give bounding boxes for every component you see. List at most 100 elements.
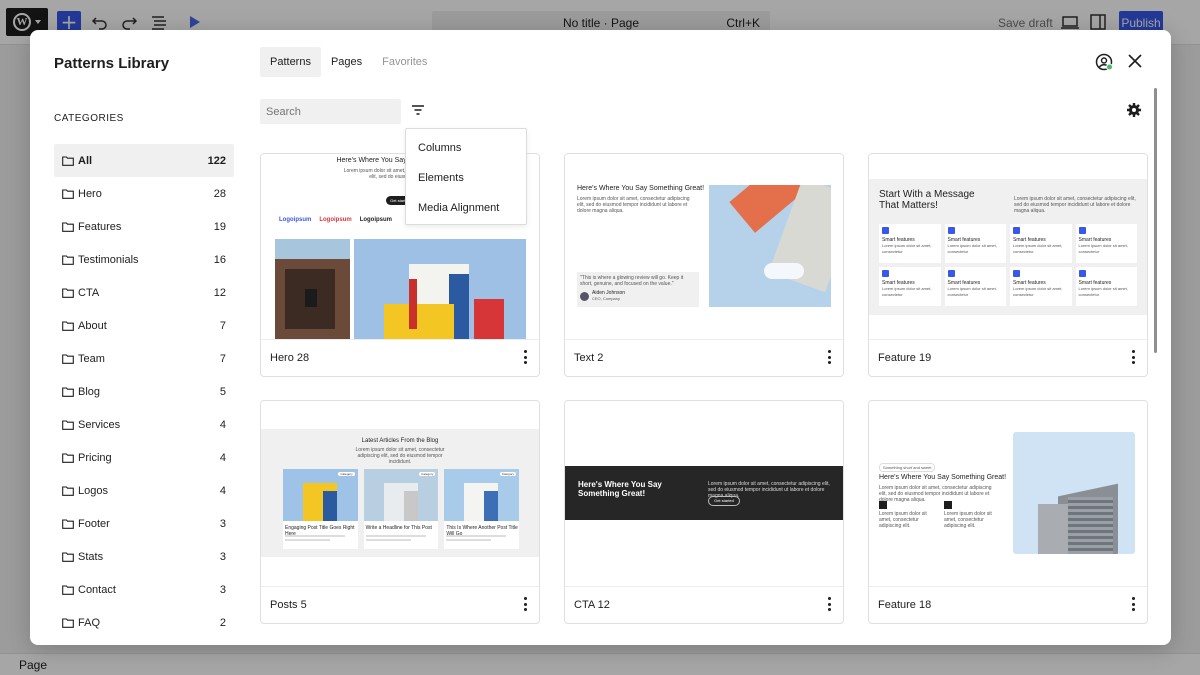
more-options-icon[interactable] bbox=[523, 597, 527, 611]
pattern-card-label: Feature 19 bbox=[878, 352, 932, 364]
sidebar-item-footer[interactable]: Footer 3 bbox=[54, 507, 234, 540]
preview-feature-text: Lorem ipsum dolor sit amet, consectetur bbox=[882, 286, 932, 297]
modal-title: Patterns Library bbox=[54, 55, 170, 72]
sidebar-item-pricing[interactable]: Pricing 4 bbox=[54, 441, 234, 474]
sidebar-item-logos[interactable]: Logos 4 bbox=[54, 474, 234, 507]
sidebar-item-services[interactable]: Services 4 bbox=[54, 408, 234, 441]
preview-feature-icon bbox=[1078, 227, 1086, 234]
preview-post-card: Category Engaging Post Title Goes Right H… bbox=[283, 469, 358, 549]
preview-feature-text: Lorem ipsum dolor sit amet, consectetur bbox=[1013, 243, 1063, 254]
filter-option-elements[interactable]: Elements bbox=[406, 163, 526, 193]
filter-option-columns[interactable]: Columns bbox=[406, 133, 526, 163]
preview-body: Lorem ipsum dolor sit amet, consectetur … bbox=[355, 447, 445, 465]
folder-icon bbox=[62, 287, 74, 298]
preview-post-badge: Category bbox=[499, 472, 517, 476]
gear-icon[interactable] bbox=[1126, 102, 1142, 118]
category-count: 5 bbox=[219, 385, 226, 398]
category-count: 3 bbox=[219, 583, 226, 596]
folder-icon bbox=[62, 320, 74, 331]
more-options-icon[interactable] bbox=[1131, 597, 1135, 611]
category-count: 7 bbox=[219, 352, 226, 365]
preview-title: Latest Articles From the Blog bbox=[361, 438, 439, 444]
preview-title: Here's Where You Say Something Great! bbox=[879, 474, 1007, 481]
folder-icon bbox=[62, 188, 74, 199]
preview-title: Start With a Message That Matters! bbox=[879, 189, 975, 211]
filter-dropdown-menu: Columns Elements Media Alignment bbox=[405, 128, 527, 225]
category-count: 3 bbox=[219, 517, 226, 530]
tab-patterns[interactable]: Patterns bbox=[260, 47, 321, 77]
preview-feature-grid: Smart features Lorem ipsum dolor sit amet… bbox=[879, 224, 1137, 306]
preview-title: Here's Where You Say Something Great! bbox=[578, 480, 662, 498]
close-icon[interactable] bbox=[1127, 53, 1143, 69]
sidebar-item-testimonials[interactable]: Testimonials 16 bbox=[54, 243, 234, 276]
preview-feature-icon bbox=[947, 270, 955, 277]
search-input[interactable] bbox=[266, 105, 408, 118]
sidebar-item-cta[interactable]: CTA 12 bbox=[54, 276, 234, 309]
preview-feature-tile: Smart features Lorem ipsum dolor sit amet… bbox=[1010, 224, 1072, 263]
pattern-card[interactable]: Here's Where You Say Something Great! Lo… bbox=[564, 400, 844, 624]
preview-image bbox=[709, 185, 831, 307]
preview-feature-icon bbox=[947, 227, 955, 234]
category-count: 4 bbox=[219, 451, 226, 464]
pattern-card[interactable]: Latest Articles From the Blog Lorem ipsu… bbox=[260, 400, 540, 624]
preview-feature-tile: Smart features Lorem ipsum dolor sit amet… bbox=[1075, 267, 1137, 306]
folder-icon bbox=[62, 419, 74, 430]
category-label: Features bbox=[78, 220, 122, 233]
preview-feature-tile: Smart features Lorem ipsum dolor sit amet… bbox=[944, 267, 1006, 306]
preview-post-list: Category Engaging Post Title Goes Right H… bbox=[283, 469, 520, 549]
account-icon[interactable] bbox=[1095, 53, 1113, 71]
more-options-icon[interactable] bbox=[1131, 350, 1135, 364]
sidebar-item-stats[interactable]: Stats 3 bbox=[54, 540, 234, 573]
avatar bbox=[580, 291, 589, 301]
pattern-card[interactable]: Start With a Message That Matters! Lorem… bbox=[868, 153, 1148, 377]
category-label: Footer bbox=[78, 517, 110, 530]
more-options-icon[interactable] bbox=[827, 597, 831, 611]
pattern-preview-text[interactable]: Here's Where You Say Something Great! Lo… bbox=[565, 154, 843, 340]
sidebar-item-all[interactable]: All 122 bbox=[54, 144, 234, 177]
preview-feature-text: Lorem ipsum dolor sit amet, consectetur bbox=[1078, 243, 1128, 254]
folder-icon bbox=[62, 155, 74, 166]
category-count: 2 bbox=[219, 616, 226, 629]
filter-option-media-alignment[interactable]: Media Alignment bbox=[406, 193, 526, 223]
pattern-preview-posts[interactable]: Latest Articles From the Blog Lorem ipsu… bbox=[261, 401, 539, 587]
sidebar-item-blog[interactable]: Blog 5 bbox=[54, 375, 234, 408]
pattern-preview-feature19[interactable]: Start With a Message That Matters! Lorem… bbox=[869, 154, 1147, 340]
more-options-icon[interactable] bbox=[523, 350, 527, 364]
preview-feature-tile: Smart features Lorem ipsum dolor sit amet… bbox=[879, 224, 941, 263]
category-label: Services bbox=[78, 418, 121, 431]
filter-icon[interactable] bbox=[410, 102, 426, 118]
patterns-library-modal: Patterns Library Patterns Pages Favorite… bbox=[30, 30, 1171, 645]
pattern-card-label: Posts 5 bbox=[270, 599, 307, 611]
tab-pages[interactable]: Pages bbox=[321, 47, 372, 77]
pattern-card[interactable]: Something short and sweet Here's Where Y… bbox=[868, 400, 1148, 624]
more-options-icon[interactable] bbox=[827, 350, 831, 364]
tab-favorites[interactable]: Favorites bbox=[372, 47, 437, 77]
pattern-card-label: Hero 28 bbox=[270, 352, 310, 364]
folder-icon bbox=[62, 617, 74, 628]
preview-post-card: Category This Is Where Another Post Title… bbox=[444, 469, 520, 549]
category-label: Team bbox=[78, 352, 105, 365]
sidebar-item-features[interactable]: Features 19 bbox=[54, 210, 234, 243]
preview-image bbox=[444, 469, 520, 521]
category-label: FAQ bbox=[78, 616, 101, 629]
category-label: Pricing bbox=[78, 451, 112, 464]
preview-feature-text: Lorem ipsum dolor sit amet, consectetur … bbox=[879, 511, 927, 529]
pattern-card-label: CTA 12 bbox=[574, 599, 610, 611]
sidebar-item-hero[interactable]: Hero 28 bbox=[54, 177, 234, 210]
sidebar-item-about[interactable]: About 7 bbox=[54, 309, 234, 342]
preview-cta-band: Here's Where You Say Something Great! Lo… bbox=[565, 466, 843, 520]
pattern-preview-cta[interactable]: Here's Where You Say Something Great! Lo… bbox=[565, 401, 843, 587]
scrollbar[interactable] bbox=[1154, 88, 1157, 353]
preview-feature-tile: Smart features Lorem ipsum dolor sit amet… bbox=[944, 224, 1006, 263]
preview-image bbox=[275, 239, 350, 339]
folder-icon bbox=[62, 518, 74, 529]
category-list: All 122 Hero 28 Features 19 Testimonials 16 CTA 1… bbox=[54, 144, 234, 639]
folder-icon bbox=[62, 221, 74, 232]
preview-feature-text: Lorem ipsum dolor sit amet, consectetur bbox=[1078, 286, 1128, 297]
sidebar-item-contact[interactable]: Contact 3 bbox=[54, 573, 234, 606]
preview-feature-tile: Smart features Lorem ipsum dolor sit amet… bbox=[879, 267, 941, 306]
pattern-card[interactable]: Here's Where You Say Something Great! Lo… bbox=[564, 153, 844, 377]
sidebar-item-team[interactable]: Team 7 bbox=[54, 342, 234, 375]
sidebar-item-faq[interactable]: FAQ 2 bbox=[54, 606, 234, 639]
pattern-preview-feature18[interactable]: Something short and sweet Here's Where Y… bbox=[869, 401, 1147, 587]
